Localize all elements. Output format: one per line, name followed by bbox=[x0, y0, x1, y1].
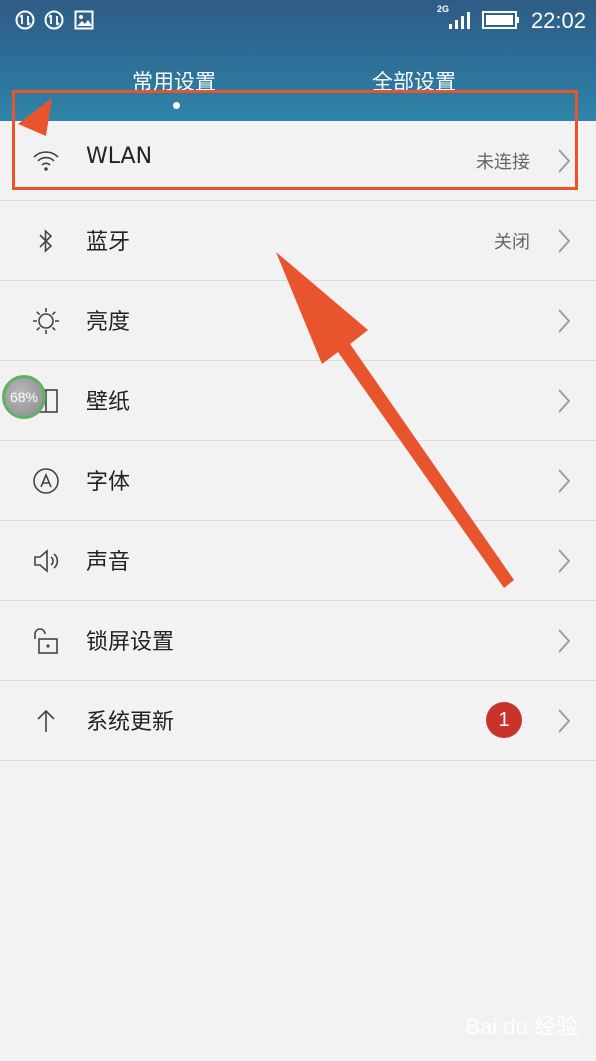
annotation-arrows bbox=[18, 98, 514, 588]
annotation-large-arrow bbox=[276, 252, 514, 588]
annotation-small-arrow bbox=[18, 98, 52, 136]
watermark: Bai du 经验 bbox=[465, 1014, 579, 1039]
